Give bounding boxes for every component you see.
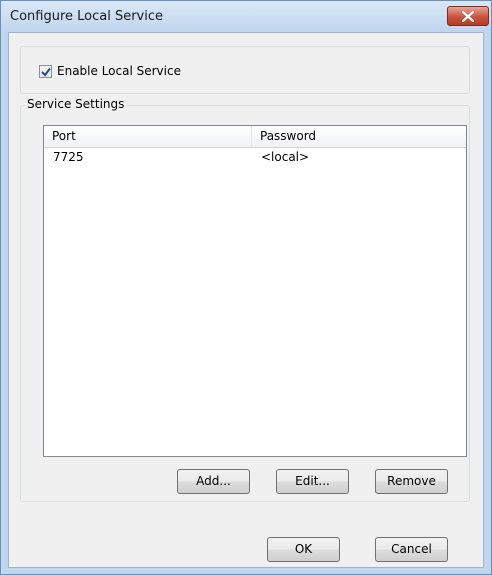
- password-cell: <local>: [261, 150, 310, 164]
- edit-button[interactable]: Edit...: [276, 469, 349, 494]
- table-row[interactable]: 7725 <local>: [44, 149, 466, 167]
- close-icon: [462, 11, 474, 22]
- add-button[interactable]: Add...: [177, 469, 250, 494]
- enable-local-service-checkbox[interactable]: [39, 65, 52, 78]
- dialog-client-area: Enable Local Service Service Settings Po…: [8, 32, 484, 568]
- service-settings-legend: Service Settings: [25, 97, 127, 111]
- title-bar[interactable]: Configure Local Service: [1, 1, 491, 32]
- dialog-window: Configure Local Service Enable Local Ser…: [0, 0, 492, 575]
- column-header-password[interactable]: Password: [252, 126, 466, 148]
- checkmark-icon: [41, 67, 51, 77]
- enable-local-service-label[interactable]: Enable Local Service: [57, 64, 181, 78]
- cancel-button[interactable]: Cancel: [375, 537, 448, 562]
- column-header-port[interactable]: Port: [44, 126, 252, 148]
- remove-button[interactable]: Remove: [375, 469, 448, 494]
- port-cell: 7725: [53, 150, 84, 164]
- window-title: Configure Local Service: [10, 9, 164, 24]
- list-header: Port Password: [44, 126, 466, 148]
- ok-button[interactable]: OK: [267, 537, 340, 562]
- close-button[interactable]: [447, 6, 489, 26]
- service-list[interactable]: Port Password 7725 <local>: [43, 125, 467, 457]
